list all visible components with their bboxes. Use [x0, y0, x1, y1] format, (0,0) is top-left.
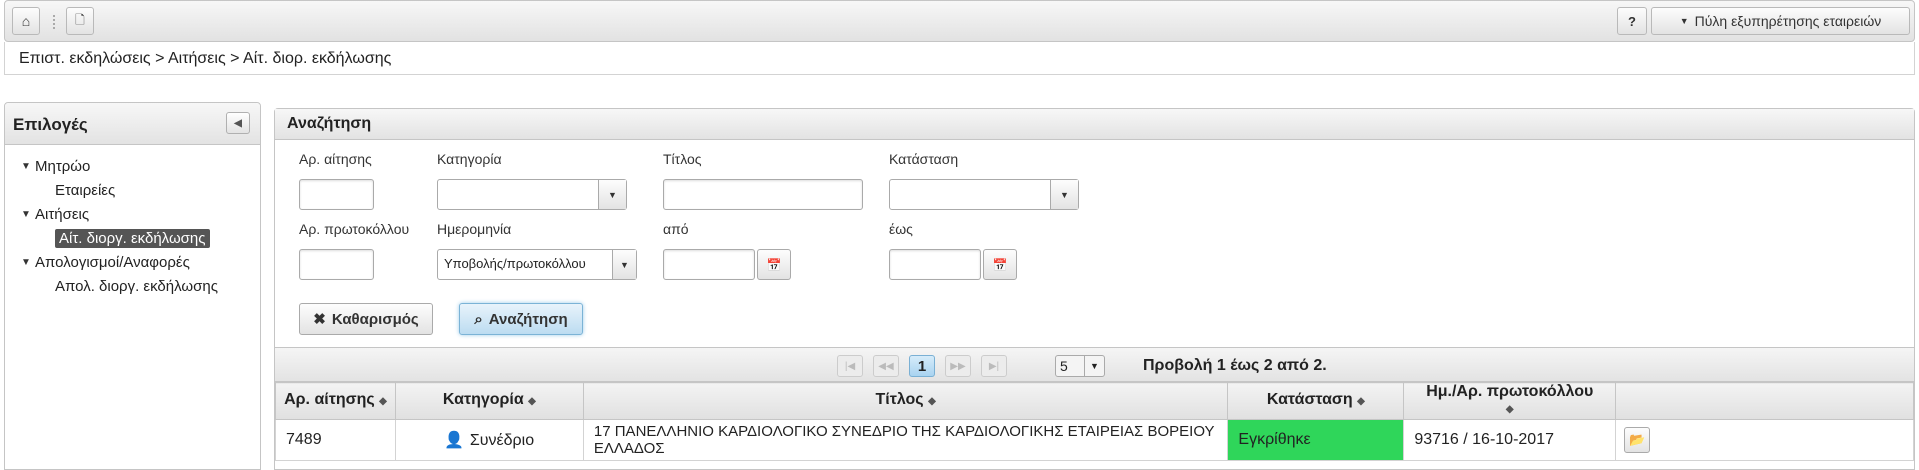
tree-group-label: Απολογισμοί/Αναφορές	[35, 254, 190, 271]
page-info: Προβολή 1 έως 2 από 2.	[1143, 357, 1327, 374]
options-header: Επιλογές ◀	[5, 103, 260, 145]
toolbar-separator	[53, 15, 58, 29]
date-type-select[interactable]: Υποβολής/πρωτοκόλλου ▼	[437, 249, 637, 280]
status-label: Κατάσταση	[889, 151, 959, 167]
results-table: Αρ. αίτησης ◆ Κατηγορία ◆ Τίτλος ◆ Κατάσ…	[275, 382, 1914, 461]
paginator: |◀ ◀◀ 1 ▶▶ ▶| 5 ▼ Προβολή 1 έως 2 από 2.	[275, 347, 1914, 382]
app-no-label: Αρ. αίτησης	[299, 151, 372, 167]
calendar-icon[interactable]: 📅	[983, 249, 1017, 280]
user-icon: 👤	[443, 432, 464, 449]
protocol-no-label: Αρ. πρωτοκόλλου	[299, 221, 410, 237]
clear-label: Καθαρισμός	[331, 310, 419, 328]
sort-icon: ◆	[1505, 404, 1514, 415]
col-header-title[interactable]: Τίτλος ◆	[582, 382, 1229, 420]
tree-item-event-applications[interactable]: Αίτ. διοργ. εκδήλωσης	[15, 227, 250, 251]
tree-group-label: Μητρώο	[35, 158, 91, 175]
col-header-label: Ημ./Αρ. πρωτοκόλλου	[1426, 383, 1594, 400]
search-panel-title: Αναζήτηση	[275, 109, 1914, 140]
protocol-no-input[interactable]	[299, 249, 374, 280]
col-header-actions	[1615, 382, 1914, 420]
title-input[interactable]	[663, 179, 863, 210]
collapse-panel-button[interactable]: ◀	[226, 112, 250, 134]
table-row[interactable]: 7489 👤 Συνέδριο 17 ΠΑΝΕΛΛΗΝΙΟ ΚΑΡΔΙΟΛΟΓΙΚ…	[275, 419, 1914, 461]
search-label: Αναζήτηση	[488, 310, 568, 328]
col-header-category[interactable]: Κατηγορία ◆	[394, 382, 584, 420]
chevron-down-icon: ▼	[1084, 356, 1104, 376]
home-button[interactable]: ⌂	[12, 7, 40, 35]
col-header-app-no[interactable]: Αρ. αίτησης ◆	[275, 382, 396, 420]
next-page-button[interactable]: ▶▶	[945, 355, 971, 377]
prev-page-button[interactable]: ◀◀	[873, 355, 899, 377]
status-select[interactable]: ▼	[889, 179, 1079, 210]
col-header-status[interactable]: Κατάσταση ◆	[1227, 382, 1405, 420]
close-icon: ✖	[313, 311, 326, 328]
home-icon: ⌂	[21, 13, 31, 29]
cell-actions: 📂	[1615, 419, 1914, 461]
chevron-down-icon: ▼	[598, 180, 626, 209]
col-header-label: Κατάσταση	[1266, 391, 1353, 408]
sort-icon: ◆	[379, 396, 387, 407]
expand-icon: ▼	[21, 161, 31, 172]
rows-per-page-select[interactable]: 5 ▼	[1055, 355, 1105, 377]
category-label: Κατηγορία	[437, 151, 502, 167]
table-header-row: Αρ. αίτησης ◆ Κατηγορία ◆ Τίτλος ◆ Κατάσ…	[275, 382, 1914, 420]
to-label: έως	[889, 221, 913, 237]
cell-category: 👤 Συνέδριο	[394, 419, 584, 461]
expand-icon: ▼	[21, 257, 31, 268]
new-page-button[interactable]: 🗋	[66, 7, 94, 35]
cell-title: 17 ΠΑΝΕΛΛΗΝΙΟ ΚΑΡΔΙΟΛΟΓΙΚΟ ΣΥΝΕΔΡΙΟ ΤΗΣ …	[582, 419, 1229, 461]
chevron-down-icon: ▼	[1679, 16, 1689, 26]
cell-app-no: 7489	[275, 419, 396, 461]
sort-icon: ◆	[528, 396, 536, 407]
tree-group-reports[interactable]: ▼ Απολογισμοί/Αναφορές	[15, 251, 250, 275]
first-page-button[interactable]: |◀	[837, 355, 863, 377]
tree-item-label: Αίτ. διοργ. εκδήλωσης	[55, 229, 210, 248]
category-select[interactable]: ▼	[437, 179, 627, 210]
col-header-label: Κατηγορία	[442, 391, 524, 408]
tree-item-event-reports[interactable]: Απολ. διοργ. εκδήλωσης	[15, 275, 250, 299]
options-tree: ▼ Μητρώο Εταιρείες ▼ Αιτήσεις Αίτ. διοργ. …	[5, 145, 260, 309]
help-button[interactable]: ?	[1617, 7, 1647, 35]
tree-group-label: Αιτήσεις	[35, 206, 90, 223]
page-icon: 🗋	[75, 12, 85, 27]
col-header-label: Αρ. αίτησης	[284, 391, 375, 408]
sort-icon: ◆	[1357, 396, 1365, 407]
search-icon: ⌕	[474, 310, 483, 328]
rows-per-page-value: 5	[1060, 358, 1068, 374]
chevron-left-icon: ◀	[234, 117, 242, 129]
page-number-button[interactable]: 1	[909, 355, 935, 377]
cell-protocol: 93716 / 16-10-2017	[1403, 419, 1617, 461]
clear-button[interactable]: ✖ Καθαρισμός	[299, 303, 433, 335]
chevron-down-icon: ▼	[612, 250, 636, 279]
title-label: Τίτλος	[663, 151, 702, 167]
folder-open-icon[interactable]: 📂	[1624, 427, 1651, 453]
date-from-input[interactable]	[663, 249, 755, 280]
search-panel: Αναζήτηση Αρ. αίτησης Κατηγορία Τίτλος Κ…	[274, 108, 1915, 470]
options-title: Επιλογές	[13, 115, 88, 134]
date-to-input[interactable]	[889, 249, 981, 280]
chevron-down-icon: ▼	[1050, 180, 1078, 209]
app-no-input[interactable]	[299, 179, 374, 210]
options-panel: Επιλογές ◀ ▼ Μητρώο Εταιρείες ▼ Αιτήσεις Α…	[4, 102, 261, 470]
cell-status: Εγκρίθηκε	[1227, 419, 1405, 461]
expand-icon: ▼	[21, 209, 31, 220]
portal-menu-button[interactable]: ▼ Πύλη εξυπηρέτησης εταιρειών	[1651, 7, 1910, 35]
tree-item-companies[interactable]: Εταιρείες	[15, 179, 250, 203]
date-type-value: Υποβολής/πρωτοκόλλου	[444, 256, 586, 271]
from-label: από	[663, 221, 689, 237]
col-header-protocol[interactable]: Ημ./Αρ. πρωτοκόλλου ◆	[1403, 382, 1617, 420]
tree-group-applications[interactable]: ▼ Αιτήσεις	[15, 203, 250, 227]
search-button[interactable]: ⌕ Αναζήτηση	[459, 303, 583, 335]
date-label: Ημερομηνία	[437, 221, 512, 237]
category-value: Συνέδριο	[469, 432, 535, 449]
col-header-label: Τίτλος	[875, 391, 924, 408]
portal-label: Πύλη εξυπηρέτησης εταιρειών	[1694, 13, 1882, 29]
sort-icon: ◆	[928, 396, 936, 407]
top-toolbar: ⌂ 🗋 ? ▼ Πύλη εξυπηρέτησης εταιρειών	[4, 0, 1915, 42]
tree-group-registry[interactable]: ▼ Μητρώο	[15, 155, 250, 179]
last-page-button[interactable]: ▶|	[981, 355, 1007, 377]
calendar-icon[interactable]: 📅	[757, 249, 791, 280]
breadcrumb: Επιστ. εκδηλώσεις > Αιτήσεις > Αίτ. διορ…	[4, 42, 1915, 75]
